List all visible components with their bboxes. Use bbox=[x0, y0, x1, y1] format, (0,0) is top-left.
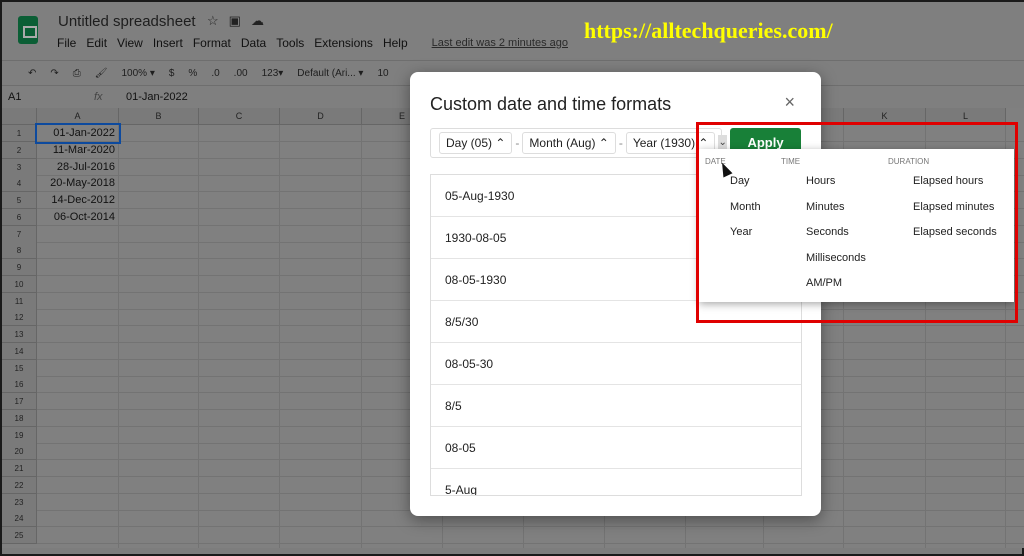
font-size-select[interactable]: 10 bbox=[377, 68, 388, 79]
day-chip[interactable]: Day (05) ⌃ bbox=[439, 132, 513, 154]
row-header[interactable]: 5 bbox=[2, 192, 37, 209]
cell-A6[interactable]: 06-Oct-2014 bbox=[37, 209, 119, 226]
cell-A1[interactable]: 01-Jan-2022 bbox=[35, 123, 121, 144]
column-header-A[interactable]: A bbox=[37, 108, 119, 125]
currency-button[interactable]: $ bbox=[169, 68, 175, 79]
row-header[interactable]: 20 bbox=[2, 443, 37, 461]
menu-extensions[interactable]: Extensions bbox=[314, 36, 373, 50]
format-option[interactable]: 08-05 bbox=[431, 427, 801, 469]
row-header[interactable]: 24 bbox=[2, 510, 37, 528]
row-header[interactable]: 21 bbox=[2, 460, 37, 477]
menu-view[interactable]: View bbox=[117, 36, 143, 50]
cell-A4[interactable]: 20-May-2018 bbox=[37, 175, 119, 192]
formula-input[interactable]: 01-Jan-2022 bbox=[126, 91, 188, 103]
last-edit-link[interactable]: Last edit was 2 minutes ago bbox=[432, 36, 568, 50]
menu-insert[interactable]: Insert bbox=[153, 36, 183, 50]
menu-tools[interactable]: Tools bbox=[276, 36, 304, 50]
dialog-title: Custom date and time formats bbox=[430, 94, 672, 114]
menu-bar: File Edit View Insert Format Data Tools Extensi… bbox=[57, 36, 568, 50]
zoom-select[interactable]: 100% ▾ bbox=[121, 68, 154, 79]
row-header[interactable]: 25 bbox=[2, 527, 37, 544]
column-header-D[interactable]: D bbox=[280, 108, 362, 125]
menu-format[interactable]: Format bbox=[193, 36, 231, 50]
percent-button[interactable]: % bbox=[188, 68, 197, 79]
row-header[interactable]: 7 bbox=[2, 225, 37, 243]
menu-data[interactable]: Data bbox=[241, 36, 266, 50]
format-option[interactable]: 5-Aug bbox=[431, 469, 801, 495]
column-header-B[interactable]: B bbox=[119, 108, 199, 125]
increase-decimal-button[interactable]: .00 bbox=[234, 68, 248, 79]
row-header[interactable]: 8 bbox=[2, 242, 37, 260]
format-option[interactable]: 08-05-30 bbox=[431, 343, 801, 385]
menu-help[interactable]: Help bbox=[383, 36, 408, 50]
row-header[interactable]: 18 bbox=[2, 409, 37, 427]
title-icons[interactable]: ☆▣☁ bbox=[207, 13, 274, 29]
row-header[interactable]: 12 bbox=[2, 309, 37, 327]
cell-A3[interactable]: 28-Jul-2016 bbox=[37, 159, 119, 176]
select-all-corner[interactable] bbox=[2, 108, 37, 125]
watermark: https://alltechqueries.com/ bbox=[584, 18, 833, 43]
paint-format-icon[interactable]: 🖌 bbox=[95, 68, 108, 79]
separator[interactable]: - bbox=[515, 136, 519, 150]
star-icon[interactable]: ☆ bbox=[207, 13, 229, 28]
more-formats-button[interactable]: 123▾ bbox=[262, 68, 284, 79]
gridline bbox=[361, 125, 362, 548]
row-header[interactable]: 14 bbox=[2, 342, 37, 360]
row-header[interactable]: 15 bbox=[2, 359, 37, 377]
row-header[interactable]: 11 bbox=[2, 292, 37, 310]
column-header-C[interactable]: C bbox=[199, 108, 280, 125]
menu-file[interactable]: File bbox=[57, 36, 76, 50]
row-header[interactable]: 4 bbox=[2, 175, 37, 193]
format-builder[interactable]: Day (05) ⌃ - Month (Aug) ⌃ - Year (1930)… bbox=[430, 128, 727, 158]
undo-icon[interactable]: ↶ bbox=[28, 68, 36, 79]
gridline bbox=[37, 526, 1024, 528]
cell-A5[interactable]: 14-Dec-2012 bbox=[37, 192, 119, 209]
row-header[interactable]: 3 bbox=[2, 158, 37, 176]
doc-title[interactable]: Untitled spreadsheet bbox=[58, 13, 196, 30]
gridline bbox=[279, 125, 280, 548]
font-select[interactable]: Default (Ari... ▾ bbox=[297, 68, 363, 79]
gridline bbox=[37, 543, 1024, 544]
separator[interactable]: - bbox=[619, 136, 623, 150]
row-header[interactable]: 9 bbox=[2, 259, 37, 276]
cloud-status-icon[interactable]: ☁ bbox=[251, 13, 274, 28]
menu-edit[interactable]: Edit bbox=[86, 36, 107, 50]
close-icon[interactable]: × bbox=[784, 92, 795, 113]
row-header[interactable]: 22 bbox=[2, 476, 37, 494]
fx-icon: fx bbox=[94, 91, 103, 103]
sheets-logo-icon[interactable] bbox=[18, 16, 38, 44]
row-header[interactable]: 17 bbox=[2, 393, 37, 410]
format-option[interactable]: 8/5 bbox=[431, 385, 801, 427]
print-icon[interactable]: ⎙ bbox=[73, 68, 81, 79]
row-header[interactable]: 23 bbox=[2, 493, 37, 511]
gridline bbox=[198, 125, 199, 548]
redo-icon[interactable]: ↷ bbox=[50, 68, 58, 79]
name-box[interactable]: A1 bbox=[8, 91, 21, 103]
row-header[interactable]: 16 bbox=[2, 376, 37, 394]
row-header[interactable]: 1 bbox=[2, 125, 37, 142]
decrease-decimal-button[interactable]: .0 bbox=[211, 68, 219, 79]
row-header[interactable]: 19 bbox=[2, 426, 37, 444]
cell-A2[interactable]: 11-Mar-2020 bbox=[37, 142, 119, 159]
row-header[interactable]: 13 bbox=[2, 326, 37, 343]
row-header[interactable]: 6 bbox=[2, 208, 37, 226]
highlight-box bbox=[696, 122, 1018, 323]
month-chip[interactable]: Month (Aug) ⌃ bbox=[522, 132, 616, 154]
row-header[interactable]: 10 bbox=[2, 275, 37, 293]
row-header[interactable]: 2 bbox=[2, 141, 37, 159]
move-folder-icon[interactable]: ▣ bbox=[229, 13, 251, 28]
